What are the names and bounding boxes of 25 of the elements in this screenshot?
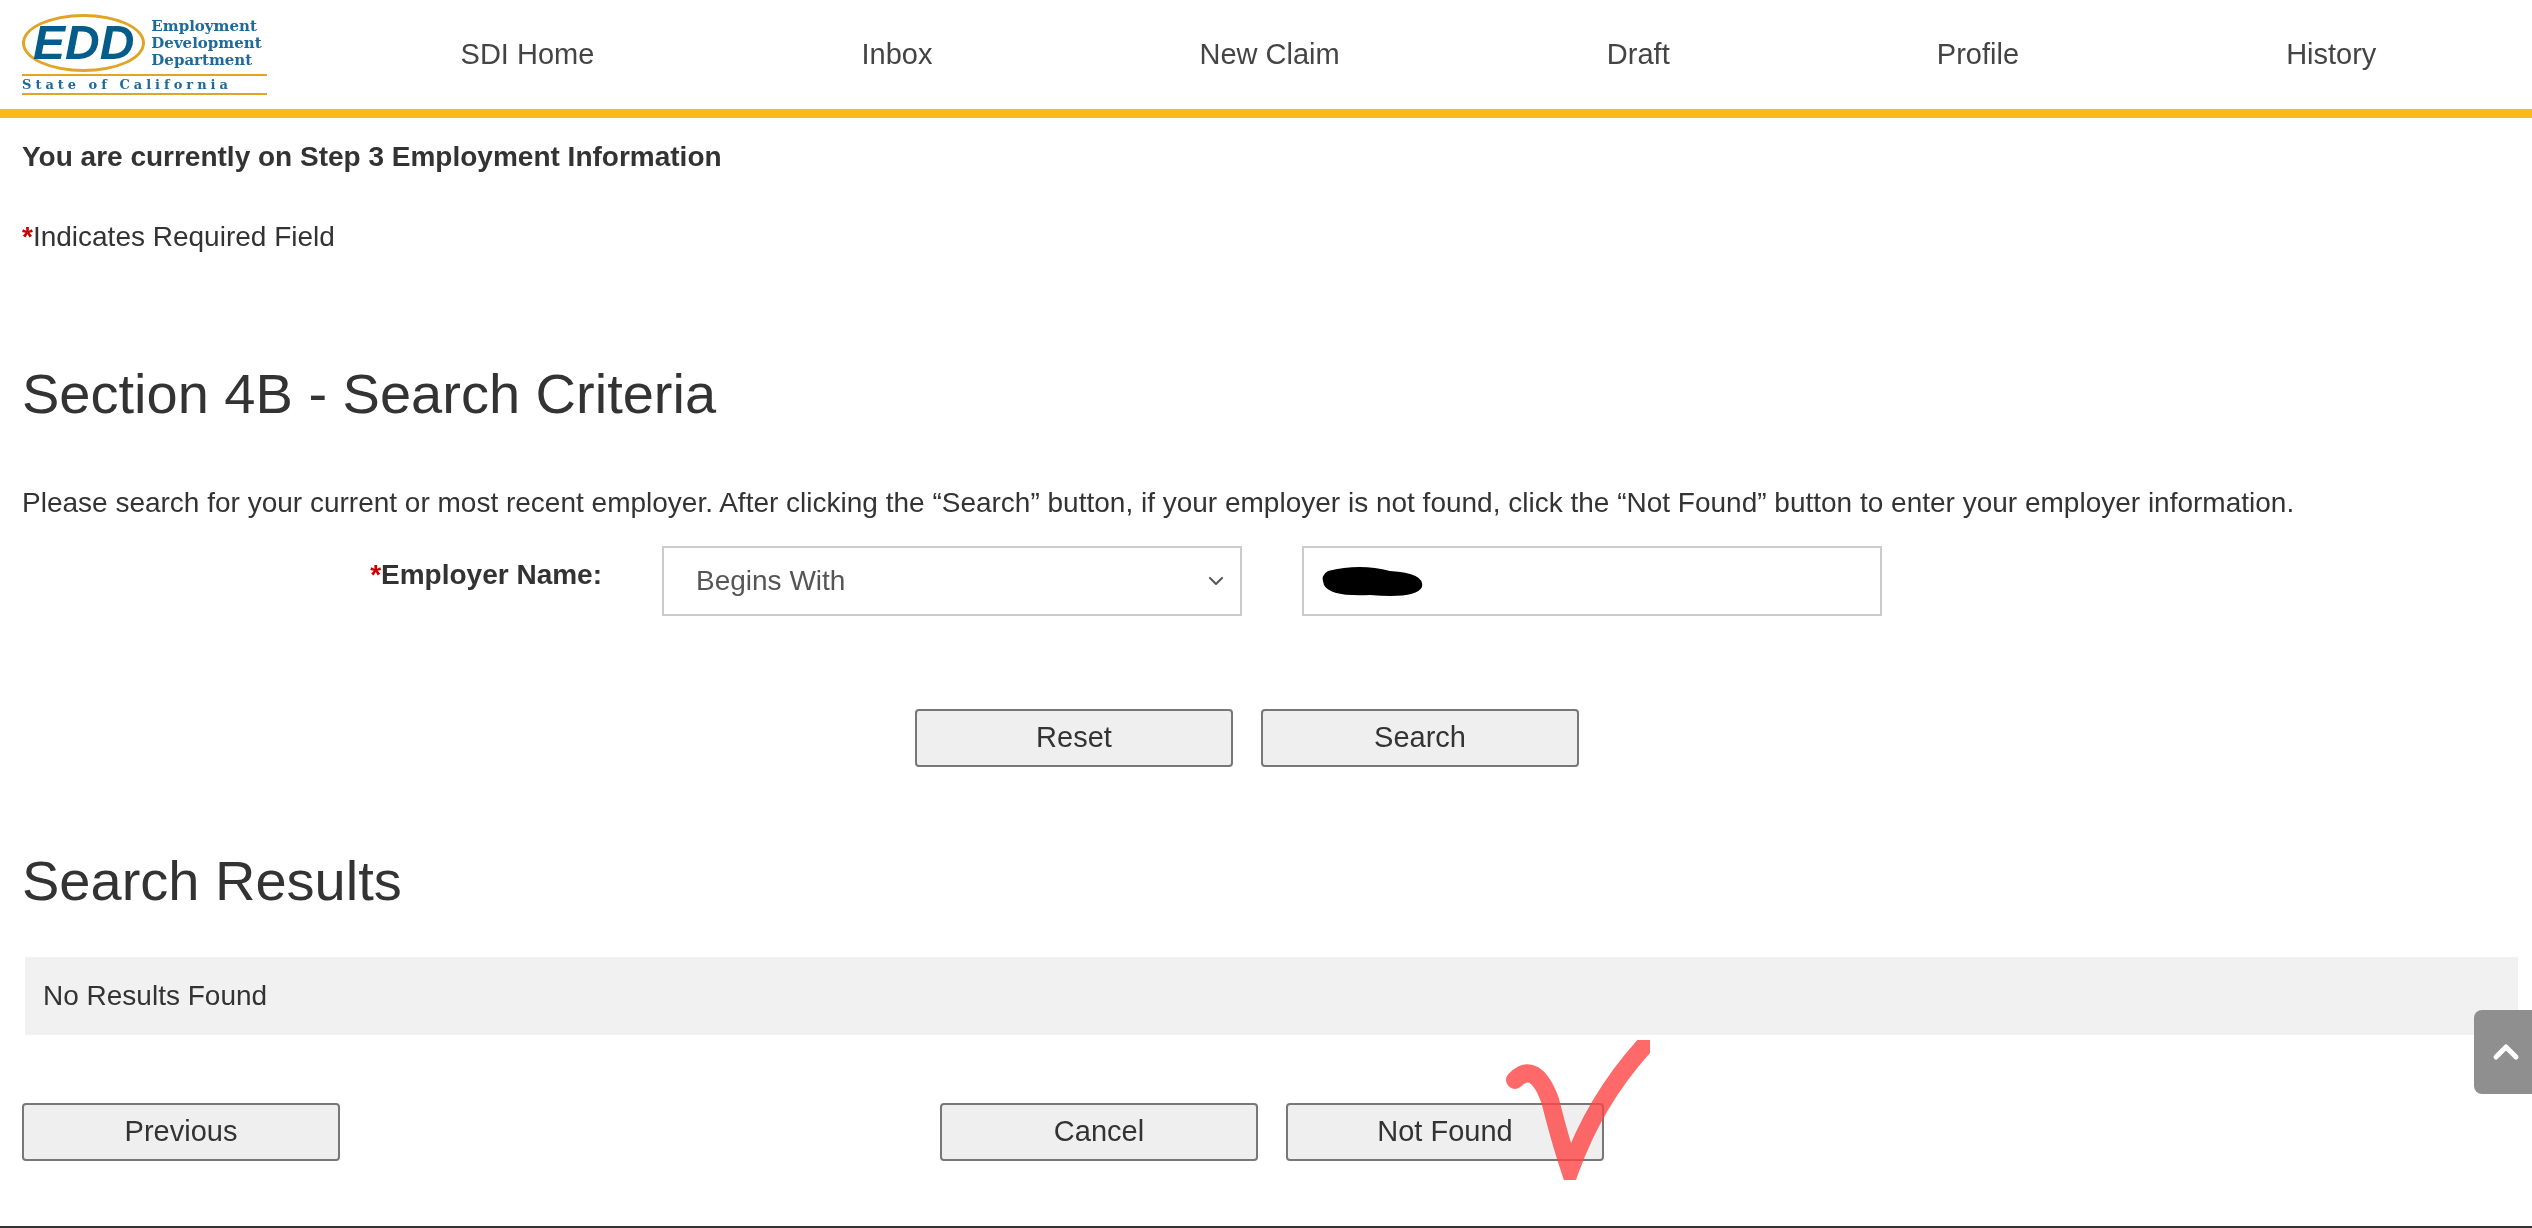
logo-text: Department: [151, 51, 253, 69]
required-note: *Indicates Required Field: [22, 220, 336, 254]
section-title: Section 4B - Search Criteria: [22, 361, 718, 427]
logo-text: Development: [151, 34, 262, 52]
nav-link[interactable]: Inbox: [861, 32, 933, 77]
nav-link[interactable]: History: [2286, 32, 2377, 77]
field-label: *Employer Name:: [369, 558, 602, 592]
nav-link[interactable]: Profile: [1936, 32, 2019, 77]
input-field[interactable]: [1302, 546, 1882, 616]
scroll-top-button[interactable]: [2474, 1010, 2532, 1094]
nav-link[interactable]: New Claim: [1199, 32, 1340, 77]
results-message: No Results Found: [43, 979, 268, 1013]
select-field[interactable]: Begins With: [662, 546, 1242, 616]
nav-link[interactable]: Draft: [1606, 32, 1670, 77]
nav-link[interactable]: SDI Home: [460, 32, 595, 77]
footer-button[interactable]: Cancel: [940, 1103, 1258, 1161]
logo-tagline: State of California: [22, 74, 267, 95]
results-title: Search Results: [22, 848, 403, 914]
form-button[interactable]: Search: [1261, 709, 1579, 767]
logo-letters: EDD: [33, 19, 135, 67]
form-button[interactable]: Reset: [915, 709, 1233, 767]
previous-button[interactable]: Previous: [22, 1103, 340, 1161]
step-notice: You are currently on Step 3 Employment Information: [22, 140, 723, 174]
instructions: Please search for your current or most recent employer. After clicking the “Search” button, if your employer is not found, click the “Not Found” button to enter your employer information.: [22, 486, 2296, 520]
logo-text: Employment: [151, 17, 258, 35]
